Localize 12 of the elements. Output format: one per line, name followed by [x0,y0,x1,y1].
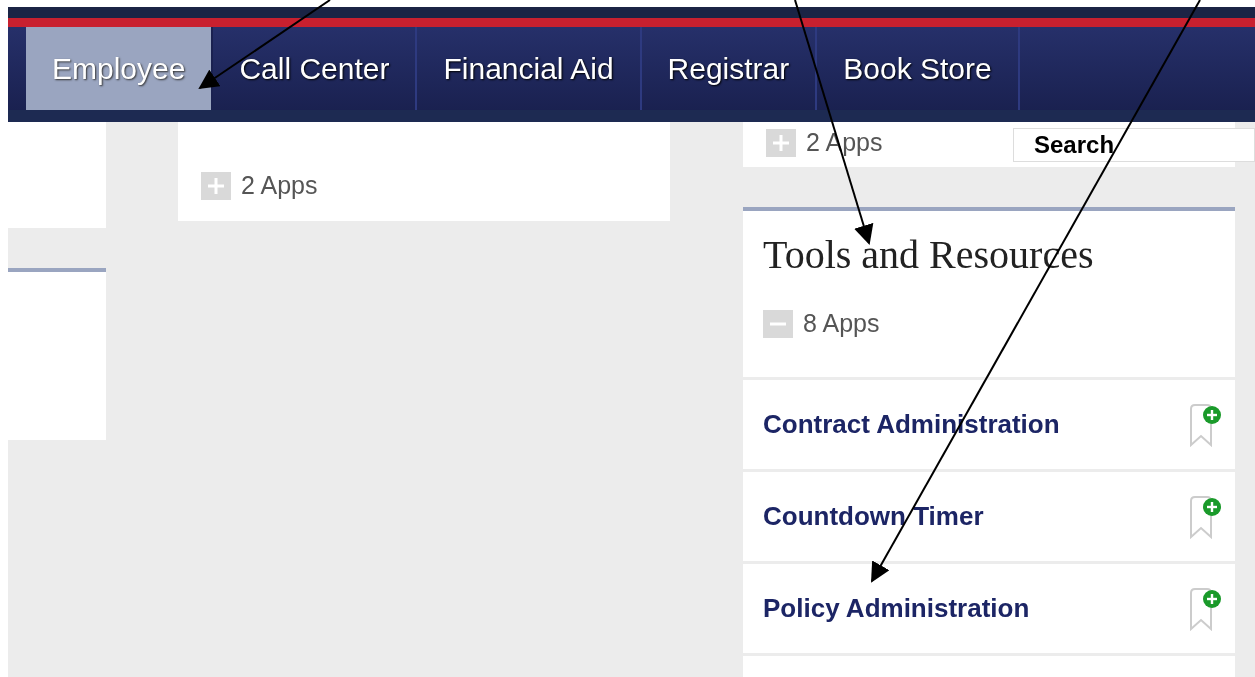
apps-count: 2 Apps [241,170,318,201]
apps-count: 8 Apps [803,308,880,339]
bookmark-add-icon[interactable] [1189,402,1223,447]
nav-tab[interactable]: Call Center [213,27,418,110]
app-link[interactable]: Countdown Timer [763,497,984,536]
search-field[interactable]: Search [1013,128,1255,162]
bookmark-add-icon[interactable] [1189,586,1223,631]
nav-tab[interactable]: Financial Aid [417,27,642,110]
nav-tab[interactable]: Book Store [817,27,1020,110]
bookmark-add-icon[interactable] [1189,494,1223,539]
search-label: Search [1034,130,1115,160]
nav-tab[interactable]: Registrar [641,27,818,110]
